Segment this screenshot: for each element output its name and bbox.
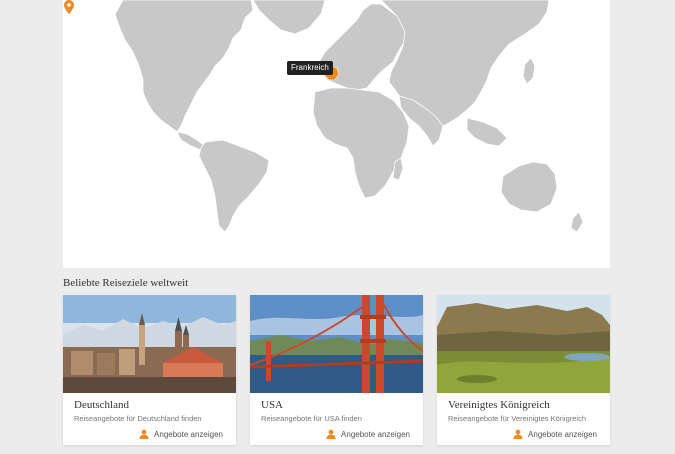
offers-link-label[interactable]: Angebote anzeigen bbox=[528, 430, 597, 439]
map-region-central-america[interactable] bbox=[176, 131, 206, 151]
map-region-new-zealand[interactable] bbox=[570, 211, 584, 233]
world-map-svg bbox=[114, 0, 584, 233]
world-map[interactable]: Frankreich bbox=[63, 0, 610, 268]
offers-link[interactable]: Angebote anzeigen bbox=[139, 429, 223, 439]
destination-card[interactable]: Vereinigtes Königreich Reiseangebote für… bbox=[437, 295, 610, 445]
person-icon bbox=[139, 429, 149, 439]
offers-link-label[interactable]: Angebote anzeigen bbox=[341, 430, 410, 439]
card-title[interactable]: Vereinigtes Königreich bbox=[448, 399, 550, 411]
card-subtitle: Reiseangebote für USA finden bbox=[261, 414, 362, 423]
card-subtitle: Reiseangebote für Vereinigtes Königreich bbox=[448, 414, 587, 423]
map-region-north-america[interactable] bbox=[114, 0, 254, 133]
offers-link[interactable]: Angebote anzeigen bbox=[513, 429, 597, 439]
offers-link-label[interactable]: Angebote anzeigen bbox=[154, 430, 223, 439]
map-region-africa[interactable] bbox=[312, 87, 410, 199]
map-region-japan[interactable] bbox=[522, 57, 536, 85]
destination-image-usa[interactable] bbox=[250, 295, 423, 393]
person-icon bbox=[326, 429, 336, 439]
destination-image-deutschland[interactable] bbox=[63, 295, 236, 393]
section-title: Beliebte Reiseziele weltweit bbox=[63, 277, 189, 289]
person-icon bbox=[513, 429, 523, 439]
destination-card[interactable]: Deutschland Reiseangebote für Deutschlan… bbox=[63, 295, 236, 445]
destination-cards: Deutschland Reiseangebote für Deutschlan… bbox=[63, 295, 610, 445]
destination-image-vereinigtes-koenigreich[interactable] bbox=[437, 295, 610, 393]
map-region-australia[interactable] bbox=[500, 161, 558, 213]
map-tooltip: Frankreich bbox=[287, 61, 333, 75]
card-subtitle: Reiseangebote für Deutschland finden bbox=[74, 414, 202, 423]
destination-card[interactable]: USA Reiseangebote für USA finden Angebot… bbox=[250, 295, 423, 445]
map-region-southeast-asia[interactable] bbox=[466, 117, 508, 147]
location-pin-icon[interactable] bbox=[63, 0, 75, 14]
offers-link[interactable]: Angebote anzeigen bbox=[326, 429, 410, 439]
card-title[interactable]: Deutschland bbox=[74, 399, 129, 411]
map-region-south-america[interactable] bbox=[198, 139, 270, 233]
card-title[interactable]: USA bbox=[261, 399, 283, 411]
map-region-greenland[interactable] bbox=[252, 0, 326, 35]
